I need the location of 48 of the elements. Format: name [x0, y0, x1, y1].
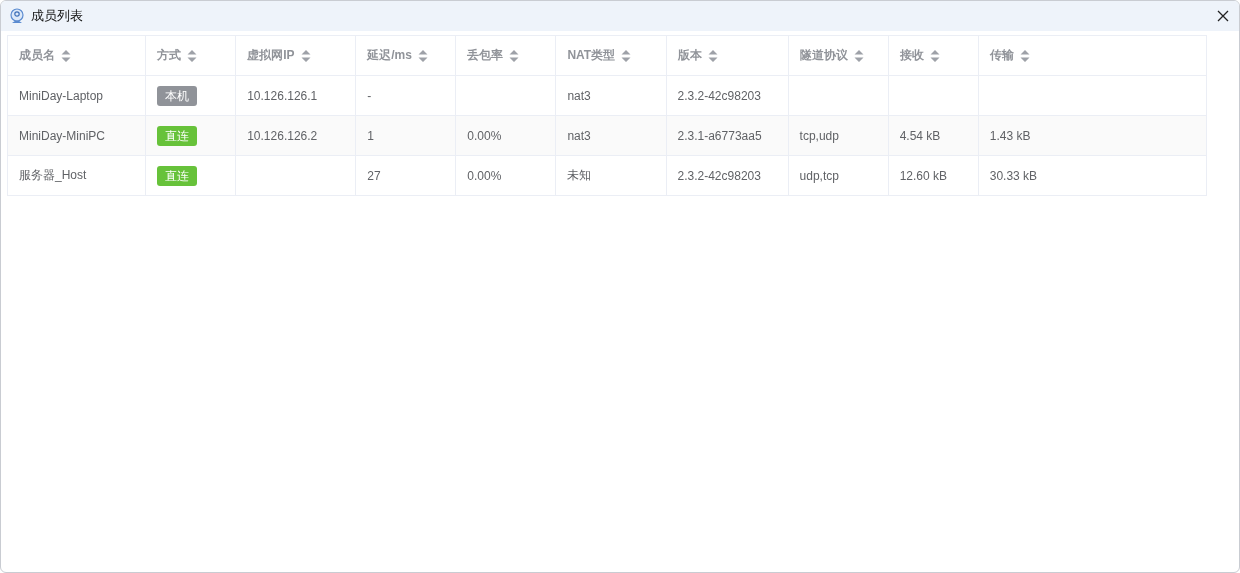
table-cell: MiniDay-Laptop — [19, 88, 104, 103]
table-cell: 1 — [367, 128, 374, 143]
sort-icon[interactable] — [61, 48, 71, 63]
column-header[interactable]: 方式 — [145, 35, 236, 76]
column-header[interactable]: 隧道协议 — [788, 35, 889, 76]
table-cell: 服务器_Host — [19, 168, 87, 182]
connection-tag: 本机 — [157, 85, 198, 106]
sort-icon[interactable] — [621, 48, 632, 63]
sort-icon[interactable] — [417, 48, 428, 63]
table-cell: udp,tcp — [799, 168, 839, 183]
sort-icon[interactable] — [853, 48, 864, 63]
table-cell: 12.60 kB — [899, 168, 948, 183]
table-cell: 0.00% — [467, 128, 502, 143]
column-header[interactable]: 接收 — [888, 35, 979, 76]
app-icon — [9, 8, 25, 24]
table-cell: 10.126.126.1 — [247, 88, 318, 103]
connection-tag: 直连 — [157, 165, 198, 186]
table-cell: nat3 — [567, 88, 591, 103]
table-cell: MiniDay-MiniPC — [19, 128, 105, 143]
table-cell: nat3 — [567, 128, 591, 143]
column-header[interactable]: 传输 — [978, 35, 1207, 76]
connection-tag: 直连 — [157, 125, 198, 146]
table-cell: 1.43 kB — [989, 128, 1031, 143]
table-cell: - — [367, 88, 372, 103]
column-header[interactable]: 丢包率 — [455, 35, 556, 76]
window-title: 成员列表 — [31, 7, 83, 25]
column-header[interactable]: NAT类型 — [555, 35, 666, 76]
table-cell: 4.54 kB — [899, 128, 941, 143]
sort-icon[interactable] — [929, 48, 940, 63]
sort-icon[interactable] — [707, 48, 718, 63]
table-cell: 2.3.2-42c98203 — [677, 168, 761, 183]
table-cell: 2.3.2-42c98203 — [677, 88, 761, 103]
sort-icon[interactable] — [300, 48, 311, 63]
sort-icon[interactable] — [187, 48, 198, 63]
table-cell: 30.33 kB — [989, 168, 1038, 183]
table-cell: tcp,udp — [799, 128, 839, 143]
close-icon[interactable] — [1217, 10, 1229, 22]
sort-icon[interactable] — [1019, 48, 1030, 63]
table-cell: 2.3.1-a6773aa5 — [677, 128, 762, 143]
sort-icon[interactable] — [509, 48, 520, 63]
column-header[interactable]: 版本 — [666, 35, 789, 76]
column-header[interactable]: 成员名 — [7, 35, 146, 76]
table-cell: 10.126.126.2 — [247, 128, 318, 143]
table-cell: 未知 — [567, 168, 592, 182]
column-header[interactable]: 虚拟网IP — [235, 35, 356, 76]
table-cell: 27 — [367, 168, 381, 183]
column-header[interactable]: 延迟/ms — [355, 35, 456, 76]
table-cell: 0.00% — [467, 168, 502, 183]
